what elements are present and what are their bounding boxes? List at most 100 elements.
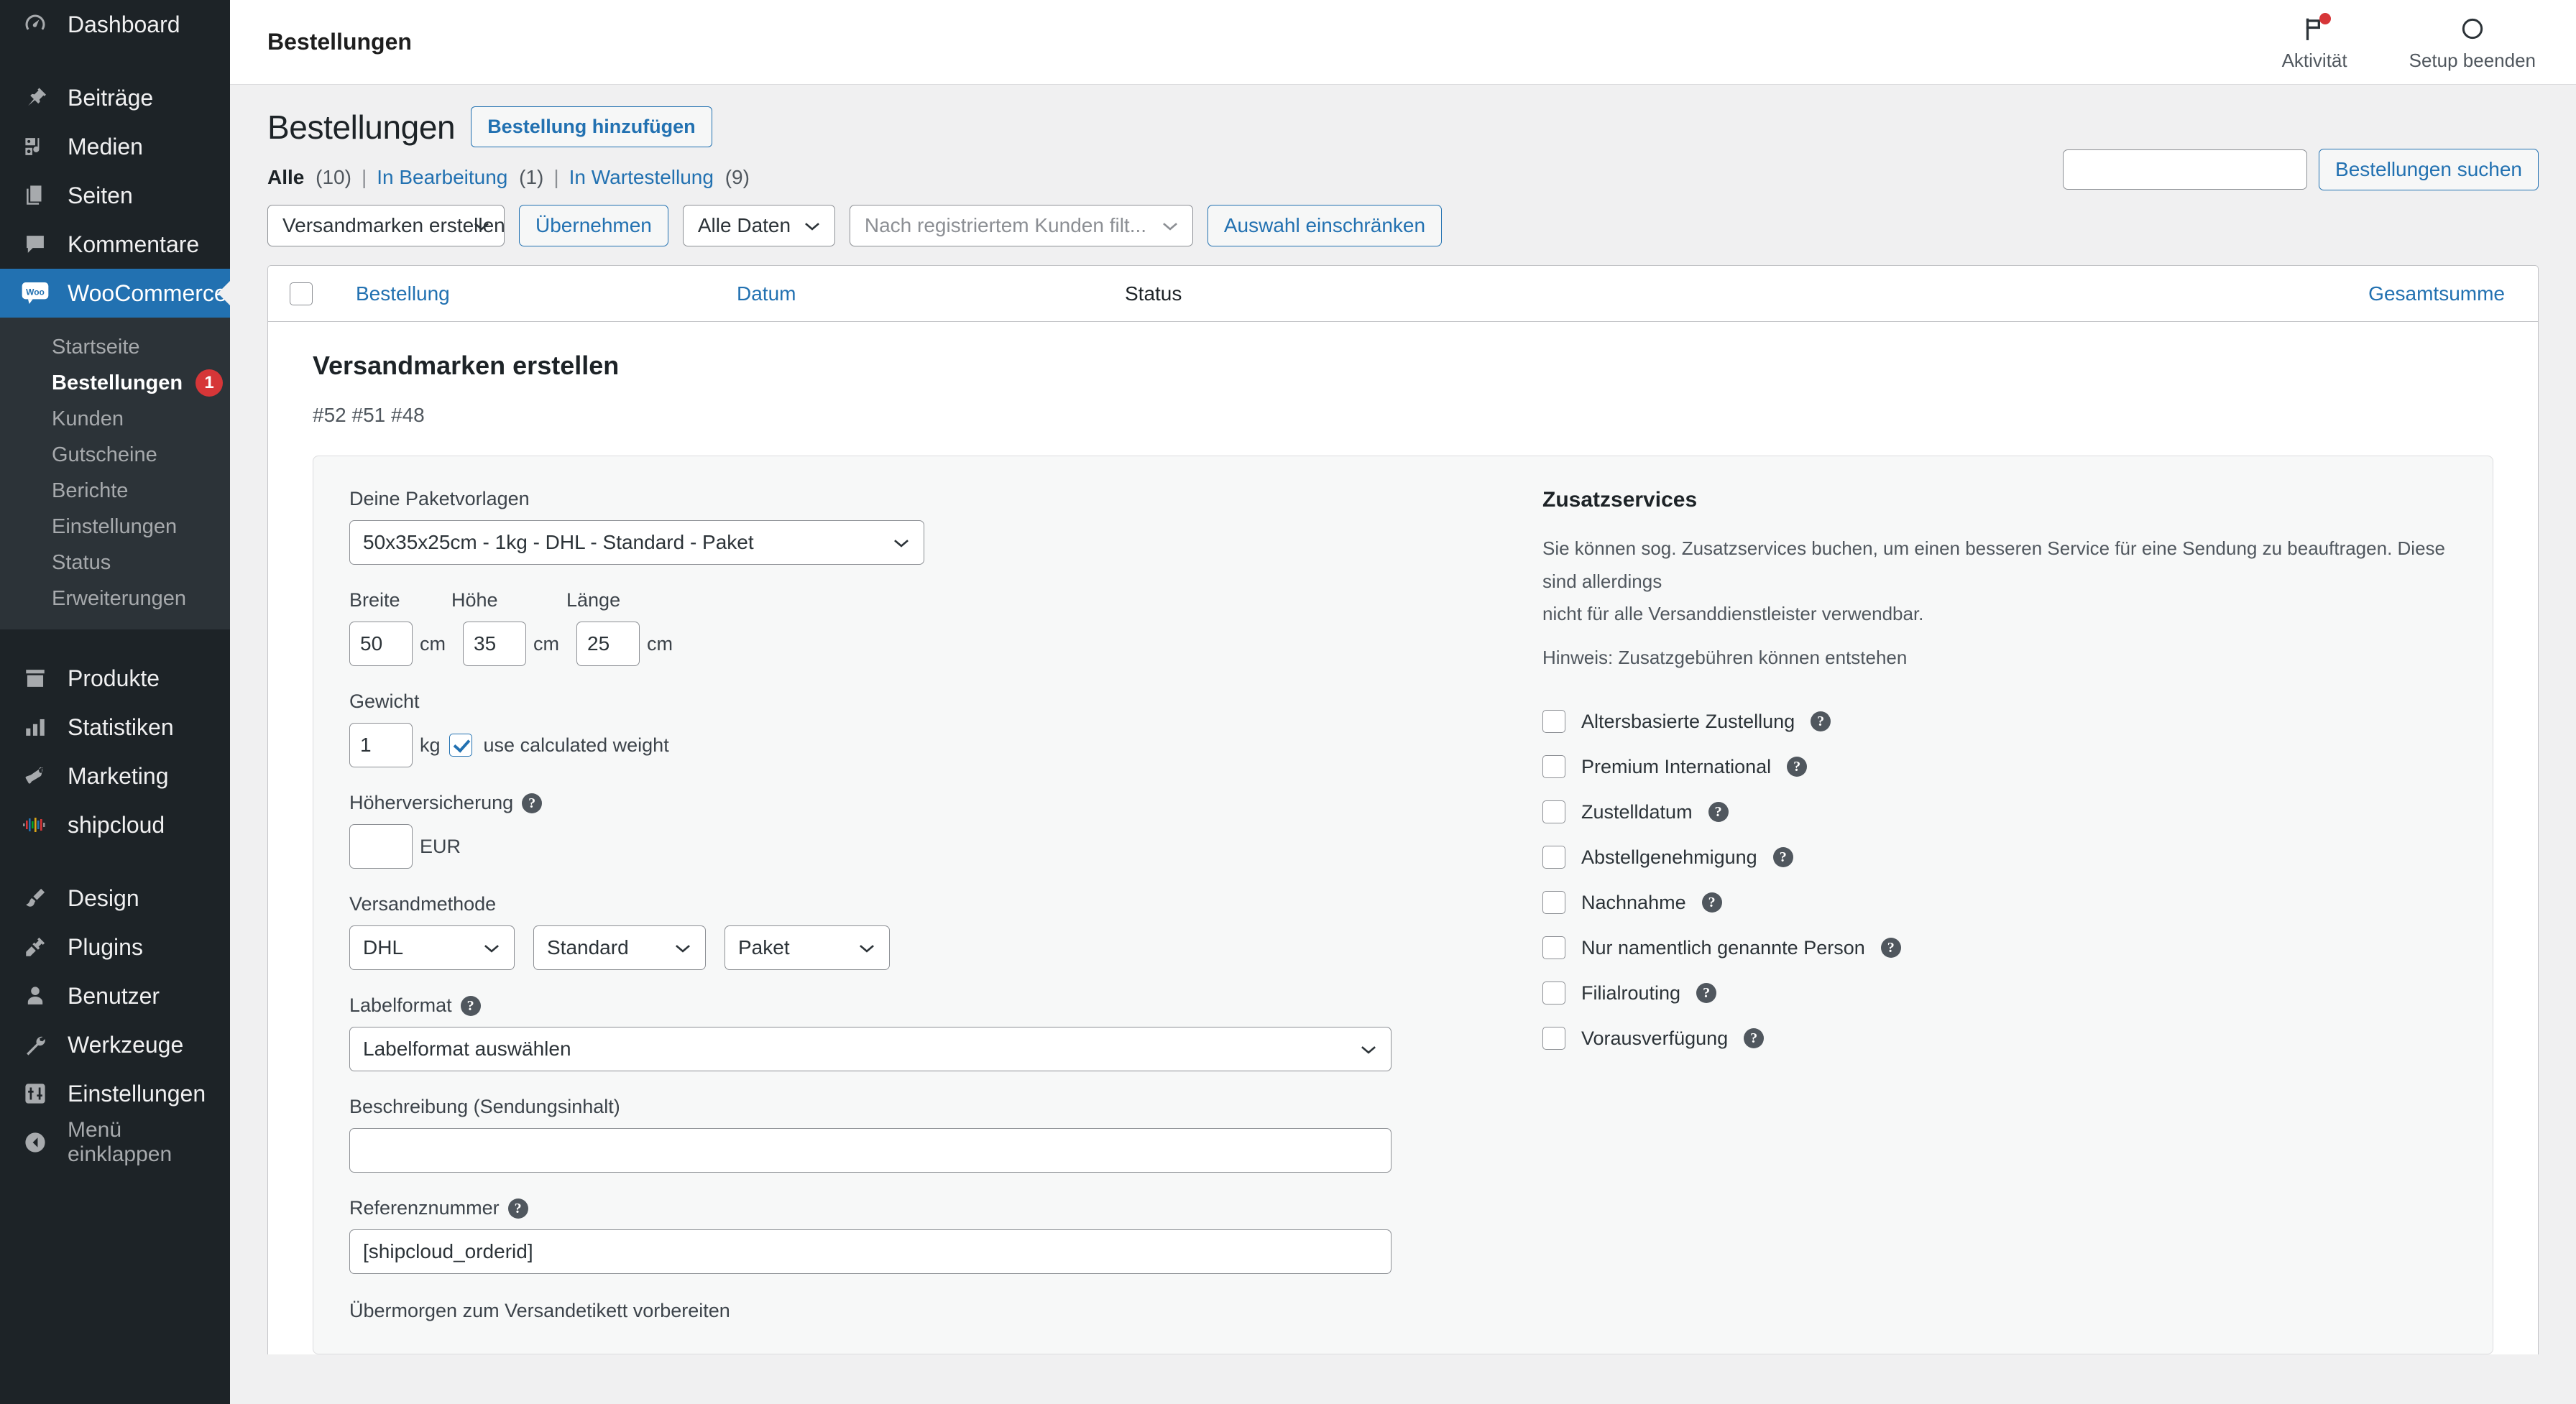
sidebar-item-design[interactable]: Design <box>0 874 230 923</box>
sidebar-item-werkzeuge[interactable]: Werkzeuge <box>0 1020 230 1069</box>
service-checkbox[interactable] <box>1542 936 1565 960</box>
bulk-action-select[interactable]: Versandmarken erstellen <box>267 205 505 247</box>
help-icon[interactable]: ? <box>1811 711 1831 732</box>
selected-orders-list: #52 #51 #48 <box>313 404 425 427</box>
insurance-input[interactable] <box>349 824 413 869</box>
service-checkbox[interactable] <box>1542 755 1565 779</box>
service-row-nachnahme: Nachnahme ? <box>1542 880 2457 925</box>
sidebar-item-plugins[interactable]: Plugins <box>0 923 230 971</box>
finish-setup-button[interactable]: Setup beenden <box>2409 12 2536 72</box>
sidebar-item-einstellungen[interactable]: Einstellungen <box>0 1069 230 1118</box>
column-header-bestellung[interactable]: Bestellung <box>334 282 737 305</box>
help-icon[interactable]: ? <box>1880 938 1901 959</box>
customer-filter-select[interactable]: Nach registriertem Kunden filt... <box>849 205 1193 247</box>
submenu-item-erweiterungen[interactable]: Erweiterungen <box>0 581 230 616</box>
package-template-value: 50x35x25cm - 1kg - DHL - Standard - Pake… <box>363 531 754 554</box>
service-label: Nur namentlich genannte Person <box>1581 936 1865 959</box>
labelformat-select[interactable]: Labelformat auswählen <box>349 1027 1392 1072</box>
service-checkbox[interactable] <box>1542 1027 1565 1050</box>
package-template-label: Deine Paketvorlagen <box>349 488 530 510</box>
sidebar-item-seiten[interactable]: Seiten <box>0 171 230 220</box>
help-icon[interactable]: ? <box>1696 983 1717 1004</box>
restrict-selection-button[interactable]: Auswahl einschränken <box>1207 205 1443 247</box>
submenu-item-einstellungen[interactable]: Einstellungen <box>0 509 230 545</box>
reference-input[interactable] <box>349 1229 1392 1275</box>
filter-label[interactable]: In Wartestellung <box>569 166 714 188</box>
service-checkbox[interactable] <box>1542 710 1565 734</box>
description-input[interactable] <box>349 1128 1392 1173</box>
sidebar-item-dashboard[interactable]: Dashboard <box>0 0 230 49</box>
search-input[interactable] <box>2063 149 2308 190</box>
help-icon[interactable]: ? <box>1772 847 1793 868</box>
column-header-gesamtsumme[interactable]: Gesamtsumme <box>2368 282 2505 305</box>
sidebar-item-label: Kommentare <box>68 231 200 257</box>
cut-off-label: Übermorgen zum Versandetikett vorbereite… <box>349 1300 730 1322</box>
help-icon[interactable]: ? <box>522 793 543 813</box>
apply-bulk-action-button[interactable]: Übernehmen <box>519 205 668 247</box>
select-all-checkbox[interactable] <box>290 282 313 305</box>
sidebar-item-medien[interactable]: Medien <box>0 122 230 171</box>
weight-row: kg use calculated weight <box>349 723 1499 768</box>
filter-link-alle[interactable]: Alle (10) <box>267 166 351 189</box>
height-input[interactable] <box>463 622 526 667</box>
package-type-select[interactable]: Paket <box>724 925 890 971</box>
submenu-item-gutscheine[interactable]: Gutscheine <box>0 437 230 473</box>
sidebar-item-marketing[interactable]: Marketing <box>0 752 230 800</box>
help-icon[interactable]: ? <box>1787 757 1808 777</box>
sidebar-item-collapse-menu[interactable]: Menü einklappen <box>0 1118 230 1167</box>
service-checkbox[interactable] <box>1542 891 1565 915</box>
filter-link-in-wartestellung[interactable]: In Wartestellung (9) <box>569 166 750 189</box>
service-checkbox[interactable] <box>1542 982 1565 1005</box>
sidebar-item-shipcloud[interactable]: shipcloud <box>0 800 230 849</box>
description-label: Beschreibung (Sendungsinhalt) <box>349 1096 620 1118</box>
activity-button[interactable]: Aktivität <box>2282 12 2347 72</box>
submenu-item-startseite[interactable]: Startseite <box>0 329 230 365</box>
help-icon[interactable]: ? <box>1701 892 1722 913</box>
filter-link-in-bearbeitung[interactable]: In Bearbeitung (1) <box>377 166 543 189</box>
submenu-item-kunden[interactable]: Kunden <box>0 401 230 437</box>
length-input[interactable] <box>576 622 640 667</box>
sidebar-item-kommentare[interactable]: Kommentare <box>0 220 230 269</box>
service-checkbox[interactable] <box>1542 800 1565 824</box>
sidebar-item-woocommerce[interactable]: Woo WooCommerce <box>0 269 230 318</box>
circle-icon <box>2459 12 2486 45</box>
service-label: Premium International <box>1581 755 1772 777</box>
search-orders-button[interactable]: Bestellungen suchen <box>2319 149 2539 191</box>
shipping-method-label: Versandmethode <box>349 893 497 915</box>
use-calculated-weight-checkbox[interactable] <box>448 734 472 757</box>
help-icon[interactable]: ? <box>460 995 481 1016</box>
main-content: Bestellungen Aktivität Setup beenden Bes… <box>230 0 2576 1404</box>
help-icon[interactable]: ? <box>1708 802 1729 823</box>
filter-count: (10) <box>316 166 351 189</box>
label-form-left-column: Deine Paketvorlagen 50x35x25cm - 1kg - D… <box>349 488 1499 1322</box>
help-icon[interactable]: ? <box>507 1198 528 1219</box>
bulk-action-value: Versandmarken erstellen <box>282 214 505 237</box>
date-filter-select[interactable]: Alle Daten <box>682 205 835 247</box>
insurance-currency: EUR <box>420 835 461 857</box>
sidebar-item-statistiken[interactable]: Statistiken <box>0 703 230 752</box>
service-checkbox[interactable] <box>1542 846 1565 869</box>
column-header-datum[interactable]: Datum <box>737 282 1125 305</box>
filter-count: (1) <box>519 166 544 189</box>
carrier-select[interactable]: DHL <box>349 925 515 971</box>
weight-group: Gewicht kg use calculated weight <box>349 691 1499 768</box>
add-order-button[interactable]: Bestellung hinzufügen <box>471 106 712 148</box>
plug-icon <box>19 930 52 964</box>
sidebar-item-beitraege[interactable]: Beiträge <box>0 73 230 122</box>
package-template-select[interactable]: 50x35x25cm - 1kg - DHL - Standard - Pake… <box>349 520 924 565</box>
submenu-item-status[interactable]: Status <box>0 545 230 581</box>
service-select[interactable]: Standard <box>533 925 706 971</box>
submenu-item-bestellungen[interactable]: Bestellungen 1 <box>0 365 230 401</box>
collapse-arrow-icon <box>19 1126 52 1159</box>
sidebar-item-produkte[interactable]: Produkte <box>0 654 230 703</box>
help-icon[interactable]: ? <box>1744 1028 1765 1049</box>
weight-input[interactable] <box>349 723 413 768</box>
chevron-down-icon <box>803 214 822 237</box>
labelformat-group: Labelformat ? Labelformat auswählen <box>349 994 1499 1072</box>
sidebar-item-benutzer[interactable]: Benutzer <box>0 971 230 1020</box>
width-input[interactable] <box>349 622 413 667</box>
filter-label[interactable]: In Bearbeitung <box>377 166 507 188</box>
submenu-item-berichte[interactable]: Berichte <box>0 473 230 509</box>
package-type-value: Paket <box>738 936 790 959</box>
sidebar-item-label: Marketing <box>68 762 169 789</box>
